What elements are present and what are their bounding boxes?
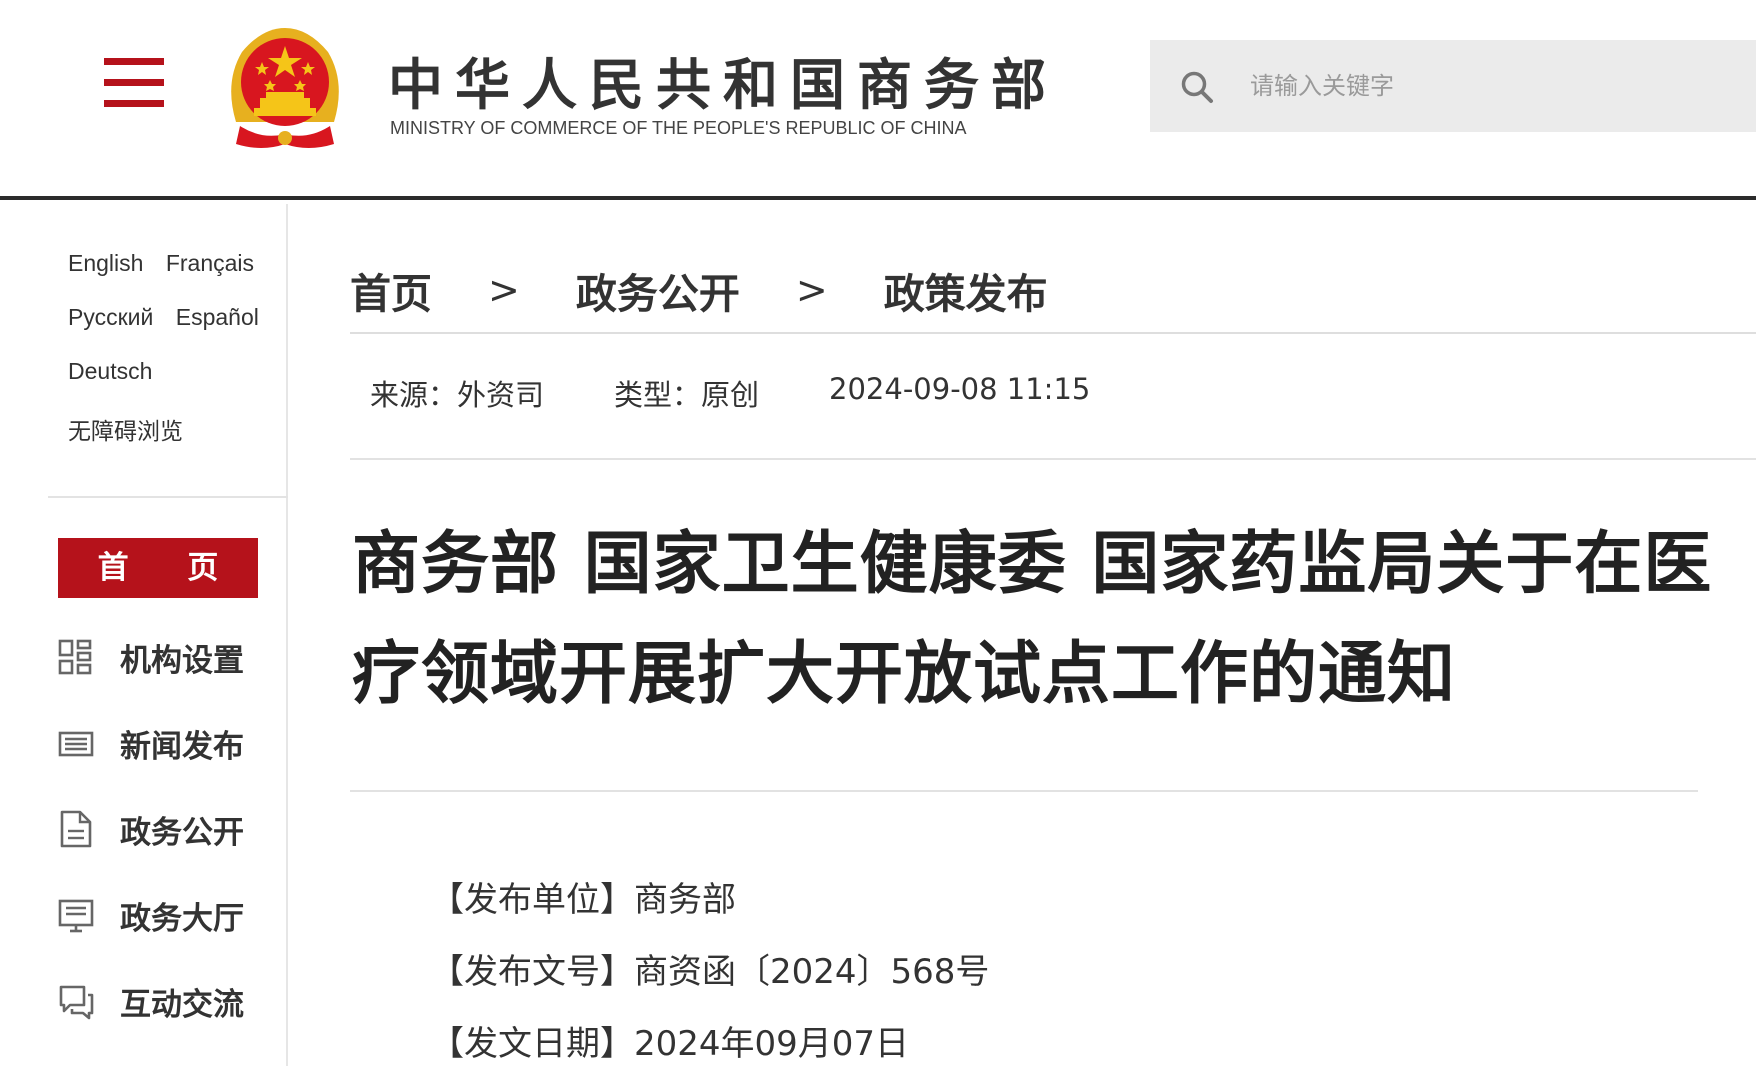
info-label: 【发文日期】 (430, 1023, 634, 1064)
sidebar-item-news[interactable]: 新闻发布 (58, 700, 278, 786)
divider (350, 332, 1756, 334)
info-label: 【发布文号】 (430, 951, 634, 992)
menu-icon[interactable] (104, 58, 164, 108)
breadcrumb-government-affairs[interactable]: 政务公开 (576, 260, 740, 320)
sidebar-item-home[interactable]: 首 页 (58, 538, 258, 598)
accessibility-link[interactable]: 无障碍浏览 (68, 418, 183, 444)
info-value: 商务部 (634, 879, 736, 920)
article-source: 来源：外资司 (370, 378, 545, 412)
monitor-icon (58, 899, 94, 933)
main-content: 首页 > 政务公开 > 政策发布 来源：外资司 类型：原创 2024-09-08… (350, 204, 1756, 1066)
sidebar-item-government-affairs[interactable]: 政务公开 (58, 786, 278, 872)
language-row: Deutsch (68, 358, 283, 412)
sidebar-item-label: 新闻发布 (120, 728, 244, 765)
language-link-german[interactable]: Deutsch (68, 358, 152, 384)
site-logo-english: MINISTRY OF COMMERCE OF THE PEOPLE'S REP… (390, 118, 967, 138)
sidebar-item-label: 政务公开 (120, 814, 244, 851)
breadcrumb-separator: > (488, 268, 520, 312)
breadcrumb-policy-release[interactable]: 政策发布 (884, 260, 1048, 320)
national-emblem-icon (231, 28, 339, 148)
breadcrumb-home[interactable]: 首页 (350, 260, 432, 320)
article-info: 【发布单位】 商务部 【发布文号】 商资函〔2024〕568号 【发文日期】 2… (430, 860, 989, 1066)
sidebar-item-service-hall[interactable]: 政务大厅 (58, 872, 278, 958)
language-row: Русский Español (68, 304, 283, 358)
sidebar-divider (48, 496, 288, 498)
search-box (1150, 40, 1756, 132)
language-links: English Français Русский Español Deutsch… (68, 250, 283, 466)
newspaper-icon (58, 731, 94, 757)
language-link-spanish[interactable]: Español (176, 304, 259, 330)
divider (350, 458, 1756, 460)
sidebar-item-organization[interactable]: 机构设置 (58, 614, 278, 700)
info-value: 2024年09月07日 (634, 1023, 910, 1064)
language-row: English Français (68, 250, 283, 304)
search-input[interactable] (1250, 60, 1730, 112)
divider (350, 790, 1698, 792)
breadcrumb-separator: > (795, 268, 828, 312)
language-link-russian[interactable]: Русский (68, 304, 153, 330)
article-datetime: 2024-09-08 11:15 (829, 372, 1091, 406)
language-link-french[interactable]: Français (166, 250, 254, 276)
language-row: 无障碍浏览 (68, 412, 283, 466)
sidebar-item-interaction[interactable]: 互动交流 (58, 958, 278, 1044)
info-row-issue-date: 【发文日期】 2024年09月07日 (430, 1004, 989, 1066)
sidebar-item-label: 政务大厅 (120, 900, 244, 937)
info-row-publisher: 【发布单位】 商务部 (430, 860, 989, 932)
site-header: 中华人民共和国商务部 MINISTRY OF COMMERCE OF THE P… (0, 0, 1756, 200)
sidebar-nav: 机构设置 新闻发布 政务公开 政务大厅 互动交流 (58, 614, 278, 1044)
grid-icon (58, 639, 92, 675)
sidebar-item-label: 互动交流 (120, 986, 244, 1023)
sidebar: English Français Русский Español Deutsch… (0, 204, 288, 1066)
article-title: 商务部 国家卫生健康委 国家药监局关于在医疗领域开展扩大开放试点工作的通知 (352, 525, 1713, 714)
info-row-document-number: 【发布文号】 商资函〔2024〕568号 (430, 932, 989, 1004)
info-value: 商资函〔2024〕568号 (634, 951, 990, 992)
article-meta: 来源：外资司 类型：原创 2024-09-08 11:15 (370, 372, 1160, 414)
breadcrumb: 首页 > 政务公开 > 政策发布 (350, 260, 1048, 320)
article-type: 类型：原创 (614, 378, 760, 412)
document-icon (60, 810, 92, 848)
site-logo-chinese: 中华人民共和国商务部 (388, 53, 1059, 117)
language-link-english[interactable]: English (68, 250, 143, 276)
info-label: 【发布单位】 (430, 879, 634, 920)
sidebar-item-label: 机构设置 (120, 642, 244, 679)
search-icon[interactable] (1180, 70, 1214, 104)
chat-icon (59, 985, 94, 1020)
